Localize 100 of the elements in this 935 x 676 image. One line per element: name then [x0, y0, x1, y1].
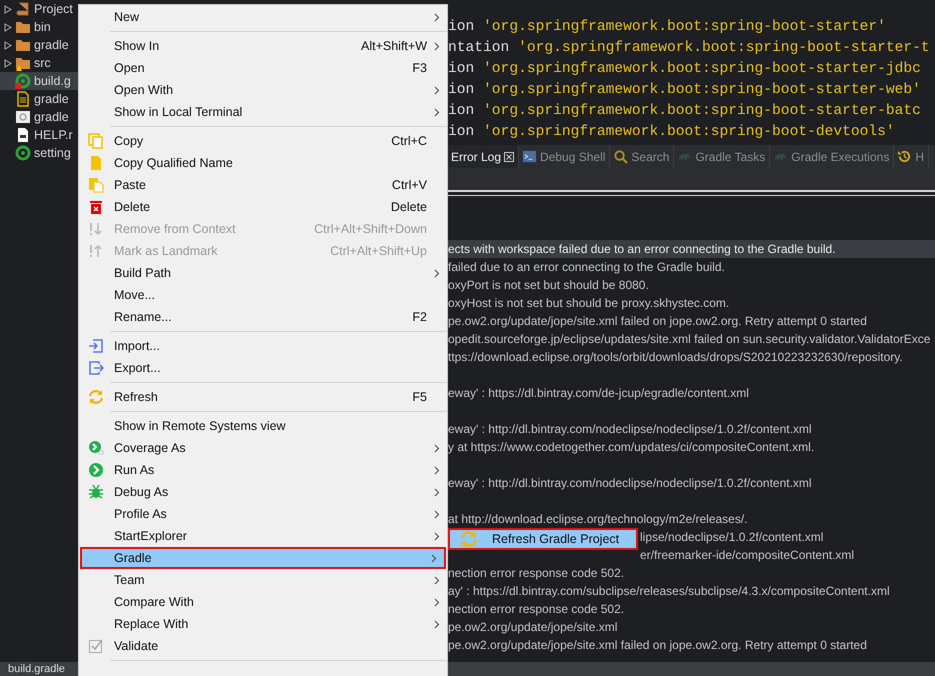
log-entry[interactable]: pe.ow2.org/update/jope/site.xml failed on jope.ow2.org. Retry attempt 0 started — [448, 636, 935, 654]
tree-item[interactable]: HELP.r — [0, 126, 78, 144]
chevron-right-icon — [434, 86, 440, 94]
menu-item[interactable]: Profile As — [79, 503, 447, 525]
play-icon — [88, 462, 104, 478]
book-icon — [15, 1, 31, 17]
menu-item[interactable]: Import... — [79, 335, 447, 357]
checkbox-icon — [88, 638, 104, 654]
tree-item[interactable]: gradle — [0, 90, 78, 108]
menu-item[interactable]: Open F3 — [79, 57, 447, 79]
search-icon — [613, 149, 628, 164]
menu-item[interactable]: Show In Alt+Shift+W — [79, 35, 447, 57]
log-entry[interactable]: lipse/nodeclipse/1.0.2f/content.xml — [640, 528, 854, 546]
log-entry[interactable]: ay' : https://dl.bintray.com/subclipse/releases/subclipse/4.3.x/compositeContent.xml — [448, 582, 935, 600]
tree-item[interactable]: gradle — [0, 36, 78, 54]
refresh-icon — [88, 389, 104, 405]
close-icon[interactable] — [504, 152, 514, 162]
menu-item[interactable]: Replace With — [79, 613, 447, 635]
menu-item[interactable]: Copy Qualified Name — [79, 152, 447, 174]
log-entry[interactable]: eway' : http://dl.bintray.com/nodeclipse/nodeclipse/1.0.2f/content.xml — [448, 456, 935, 492]
menu-item[interactable]: Compare With — [79, 591, 447, 613]
menu-item[interactable]: Debug As — [79, 481, 447, 503]
chevron-right-icon — [434, 42, 440, 50]
status-file-name: build.gradle — [8, 662, 65, 676]
code-line: ion 'org.springframework.boot:spring-boot-devtools' — [448, 123, 896, 142]
gradle-file-icon — [15, 73, 31, 89]
log-entry[interactable]: pe.ow2.org/update/jope/site.xml failed on jope.ow2.org. Retry attempt 0 started — [448, 312, 935, 330]
code-line: ion 'org.springframework.boot:spring-boot-starter' — [448, 18, 887, 37]
code-line: ion 'org.springframework.boot:spring-boot-starter-jdbc — [448, 60, 922, 79]
chevron-right-icon — [431, 554, 437, 562]
document-icon — [15, 127, 31, 143]
menu-item[interactable]: Delete Delete — [79, 196, 447, 218]
chevron-right-icon — [434, 268, 440, 278]
log-entry[interactable]: ects with workspace failed due to an error connecting to the Gradle build. — [448, 240, 935, 258]
tree-item[interactable]: gradle — [0, 108, 78, 126]
log-entry[interactable]: oxyHost is not set but should be proxy.skhystec.com. — [448, 294, 935, 312]
code-line: ion 'org.springframework.boot:spring-boot-starter-web' — [448, 81, 922, 100]
chevron-right-icon — [434, 12, 440, 22]
paste-icon — [88, 177, 104, 193]
history-icon — [897, 149, 912, 164]
menu-item[interactable]: Copy Ctrl+C — [79, 130, 447, 152]
log-entry[interactable]: nection error response code 502. — [448, 600, 935, 618]
log-entry[interactable]: nection error response code 502. — [448, 564, 935, 582]
menu-item[interactable]: New — [79, 6, 447, 28]
terminal-icon — [522, 149, 538, 164]
folder-icon — [15, 37, 31, 53]
bug-icon — [88, 484, 104, 500]
log-entry[interactable]: er/freemarker-ide/compositeContent.xml — [640, 546, 854, 564]
menu-item[interactable]: Coverage As — [79, 437, 447, 459]
chevron-right-icon — [434, 576, 440, 584]
tree-item[interactable]: build.g — [0, 72, 78, 90]
menu-item[interactable]: Show in Local Terminal — [79, 101, 447, 123]
menu-item[interactable]: Gradle — [80, 547, 446, 569]
copy-icon — [88, 133, 104, 149]
menu-item[interactable]: StartExplorer — [79, 525, 447, 547]
play-icon — [88, 440, 104, 456]
chevron-right-icon — [434, 510, 440, 518]
tree-item[interactable]: src — [0, 54, 78, 72]
folder-icon — [15, 55, 31, 71]
log-entry[interactable]: eway' : https://dl.bintray.com/de-jcup/egradle/content.xml — [448, 366, 935, 402]
folder-icon — [15, 19, 31, 35]
menu-item[interactable]: Refresh F5 — [79, 386, 447, 408]
log-entry[interactable]: ttps://download.eclipse.org/tools/orbit/downloads/drops/S20210223232630/repository. — [448, 348, 935, 366]
menu-item[interactable]: Paste Ctrl+V — [79, 174, 447, 196]
trash-icon — [88, 199, 104, 215]
menu-item[interactable]: Move... — [79, 284, 447, 306]
chevron-right-icon — [434, 444, 440, 452]
code-line: ntation 'org.springframework.boot:spring-boot-starter-t — [448, 39, 931, 58]
refresh-icon — [460, 530, 478, 548]
log-entry[interactable]: opedit.sourceforge.jp/eclipse/updates/site.xml failed on sun.security.validator.ValidatorExce — [448, 330, 935, 348]
menu-item[interactable]: Show in Remote Systems view — [79, 415, 447, 437]
log-entry[interactable]: eway' : http://dl.bintray.com/nodeclipse/nodeclipse/1.0.2f/content.xml — [448, 402, 935, 438]
menu-item[interactable]: Team — [79, 569, 447, 591]
menu-item[interactable]: Run As — [79, 459, 447, 481]
log-entry[interactable]: failed due to an error connecting to the Gradle build. — [448, 258, 935, 276]
text-file-icon — [15, 91, 31, 107]
export-icon — [88, 360, 104, 376]
chevron-right-icon — [434, 466, 440, 474]
gradle-file-icon — [15, 145, 31, 161]
code-line: ion 'org.springframework.boot:spring-boot-starter-batc — [448, 102, 922, 121]
tree-item[interactable]: bin — [0, 18, 78, 36]
submenu-item[interactable]: Refresh Gradle Project — [448, 528, 638, 550]
chevron-right-icon — [434, 532, 440, 540]
menu-item[interactable]: Open With — [79, 79, 447, 101]
view-tab[interactable]: Error Log — [448, 145, 520, 168]
menu-item[interactable]: Rename... F2 — [79, 306, 447, 328]
document-icon — [88, 155, 104, 171]
down-arrow-icon — [88, 221, 104, 237]
log-entry[interactable]: oxyPort is not set but should be 8080. — [448, 276, 935, 294]
script-file-icon — [15, 109, 31, 125]
tree-item[interactable]: setting — [0, 144, 78, 162]
log-entry[interactable]: y at https://www.codetogether.com/updates/ci/compositeContent.xml. — [448, 438, 935, 456]
chevron-right-icon — [434, 598, 440, 606]
tree-item[interactable]: Project — [0, 0, 78, 18]
menu-item[interactable]: Export... — [79, 357, 447, 379]
menu-item[interactable]: Build Path — [79, 262, 447, 284]
menu-item[interactable]: Validate — [79, 635, 447, 657]
chevron-right-icon — [434, 488, 440, 496]
log-entry[interactable]: pe.ow2.org/update/jope/site.xml — [448, 618, 935, 636]
log-entry[interactable]: at http://download.eclipse.org/technology/m2e/releases/. — [448, 492, 935, 528]
